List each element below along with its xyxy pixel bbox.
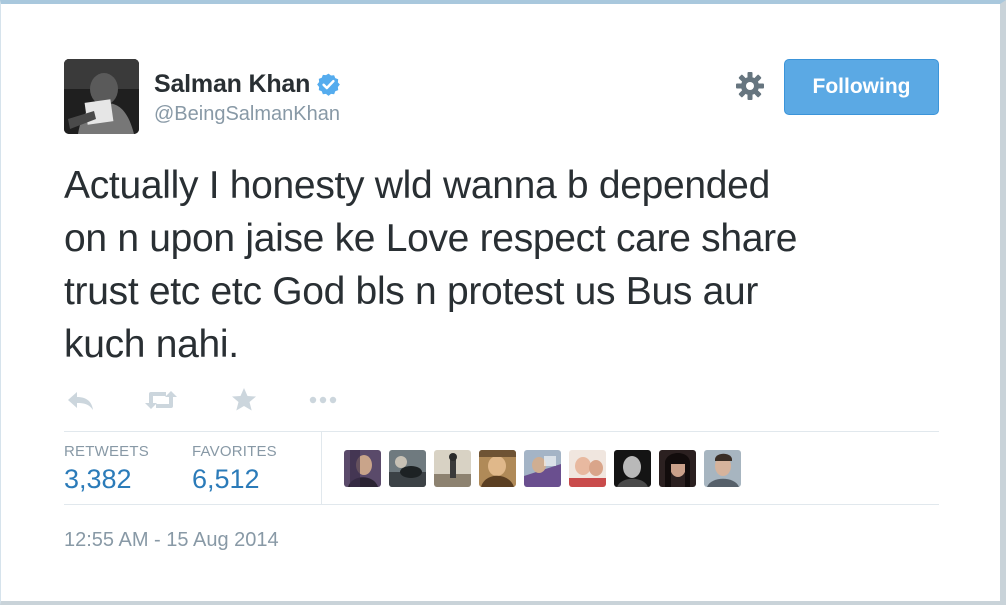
tweet-text: Actually I honesty wld wanna b depended … bbox=[64, 164, 798, 366]
favoriter-avatar[interactable] bbox=[614, 450, 651, 487]
favoriter-avatars bbox=[344, 450, 741, 487]
retweets-label: RETWEETS bbox=[64, 443, 149, 460]
verified-badge-icon bbox=[316, 72, 341, 97]
favorites-count[interactable]: 6,512 bbox=[192, 464, 260, 495]
avatar[interactable] bbox=[64, 59, 139, 134]
favoriter-avatar[interactable] bbox=[569, 450, 606, 487]
stats-separator bbox=[321, 431, 322, 504]
favorite-icon[interactable] bbox=[227, 385, 261, 415]
favoriter-avatar[interactable] bbox=[704, 450, 741, 487]
following-button[interactable]: Following bbox=[784, 59, 939, 115]
divider-top bbox=[64, 431, 939, 432]
favoriter-avatar[interactable] bbox=[479, 450, 516, 487]
retweets-count[interactable]: 3,382 bbox=[64, 464, 132, 495]
user-name-line[interactable]: Salman Khan bbox=[154, 70, 341, 99]
user-handle[interactable]: @BeingSalmanKhan bbox=[154, 103, 340, 126]
favoriter-avatar[interactable] bbox=[389, 450, 426, 487]
tweet-timestamp[interactable]: 12:55 AM - 15 Aug 2014 bbox=[64, 529, 279, 552]
divider-bottom bbox=[64, 504, 939, 505]
user-name[interactable]: Salman Khan bbox=[154, 70, 310, 99]
reply-icon[interactable] bbox=[64, 385, 98, 415]
favoriter-avatar[interactable] bbox=[659, 450, 696, 487]
more-icon[interactable] bbox=[306, 385, 340, 415]
tweet-card: Salman Khan @BeingSalmanKhan Following A… bbox=[0, 0, 1006, 605]
favorites-label: FAVORITES bbox=[192, 443, 277, 460]
retweet-icon[interactable] bbox=[144, 385, 178, 415]
gear-icon[interactable] bbox=[734, 70, 766, 102]
favoriter-avatar[interactable] bbox=[434, 450, 471, 487]
favoriter-avatar[interactable] bbox=[524, 450, 561, 487]
avatar-image bbox=[64, 59, 139, 134]
favoriter-avatar[interactable] bbox=[344, 450, 381, 487]
